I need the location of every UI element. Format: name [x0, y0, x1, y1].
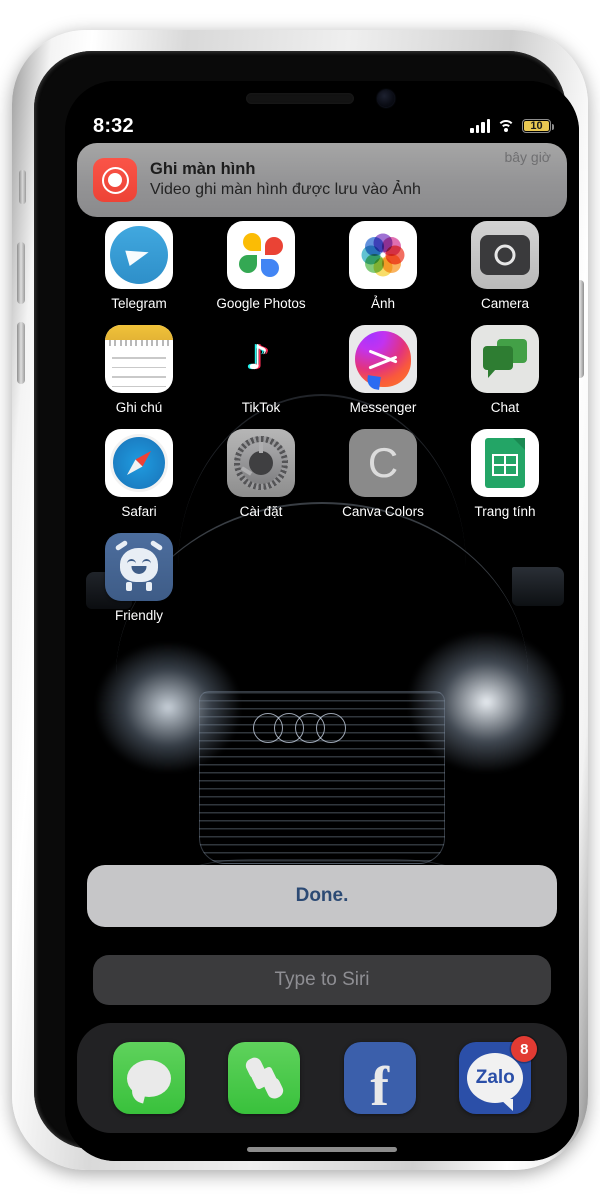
app-label: Ảnh	[370, 296, 396, 311]
phone-icon	[228, 1042, 301, 1114]
wifi-icon	[497, 119, 515, 133]
siri-text-input[interactable]: Type to Siri	[93, 955, 551, 1005]
siri-response-bubble[interactable]: Done.	[87, 865, 557, 927]
app-label: Canva Colors	[342, 504, 424, 519]
notes-icon	[105, 325, 173, 393]
status-bar: 8:32 10	[65, 109, 579, 143]
app-photos[interactable]: Ảnh	[333, 221, 433, 311]
messenger-icon	[349, 325, 417, 393]
safari-icon	[105, 429, 173, 497]
app-label: Safari	[121, 504, 157, 519]
notification-title: Ghi màn hình	[150, 160, 256, 179]
screenshot-canvas: 8:32 10 Ghi màn hình Video ghi màn hình …	[0, 0, 600, 1200]
notification-text: Ghi màn hình Video ghi màn hình được lưu…	[137, 159, 504, 200]
battery-icon: 10	[522, 119, 554, 133]
google-sheets-icon	[471, 429, 539, 497]
status-bar-indicators: 10	[470, 118, 554, 133]
settings-icon	[227, 429, 295, 497]
app-settings[interactable]: Cài đặt	[211, 429, 311, 519]
app-telegram[interactable]: Telegram	[89, 221, 189, 311]
app-row-3: Safari Cài đặt C Canva Colors Trang tính	[89, 429, 555, 519]
app-label: Messenger	[349, 400, 417, 415]
home-indicator[interactable]	[247, 1147, 397, 1152]
screen-recording-icon	[93, 158, 137, 202]
phone-bezel: 8:32 10 Ghi màn hình Video ghi màn hình …	[34, 51, 579, 1161]
facebook-glyph: f	[370, 1056, 390, 1114]
dock-app-messages[interactable]	[112, 1042, 185, 1114]
app-row-4: Friendly	[89, 533, 555, 623]
volume-down-button[interactable]	[17, 322, 25, 384]
app-label: TikTok	[241, 400, 281, 415]
siri-response-text: Done.	[295, 885, 349, 906]
camera-icon	[471, 221, 539, 289]
dock-app-phone[interactable]	[228, 1042, 301, 1114]
audi-rings-logo	[252, 712, 392, 743]
app-friendly[interactable]: Friendly	[89, 533, 189, 623]
app-label: Google Photos	[216, 296, 306, 311]
app-canva-colors[interactable]: C Canva Colors	[333, 429, 433, 519]
earpiece-speaker-icon	[246, 93, 354, 104]
tiktok-icon: ♪ ♪ ♪	[227, 325, 295, 393]
photos-icon	[349, 221, 417, 289]
dock-app-facebook[interactable]: f	[343, 1042, 416, 1114]
front-camera-icon	[377, 90, 395, 107]
notification-banner[interactable]: Ghi màn hình Video ghi màn hình được lưu…	[77, 143, 567, 217]
app-slot-empty	[211, 533, 311, 623]
home-screen-app-grid: Telegram Google Photos Ảnh Camera Ghi ch…	[65, 221, 579, 637]
mute-switch-button[interactable]	[19, 170, 26, 204]
app-slot-empty	[333, 533, 433, 623]
app-tiktok[interactable]: ♪ ♪ ♪ TikTok	[211, 325, 311, 415]
cellular-signal-icon	[470, 118, 490, 133]
app-row-2: Ghi chú ♪ ♪ ♪ TikTok Messenger Chat	[89, 325, 555, 415]
telegram-icon	[105, 221, 173, 289]
facebook-icon: f	[343, 1042, 416, 1114]
canva-colors-icon: C	[349, 429, 417, 497]
app-label: Telegram	[111, 296, 167, 311]
app-label: Camera	[480, 296, 529, 311]
siri-input-placeholder: Type to Siri	[274, 969, 370, 990]
app-row-1: Telegram Google Photos Ảnh Camera	[89, 221, 555, 311]
app-messenger[interactable]: Messenger	[333, 325, 433, 415]
app-label: Trang tính	[474, 504, 536, 519]
zalo-badge-count: 8	[511, 1036, 538, 1062]
app-label: Cài đặt	[239, 504, 283, 519]
dock-app-zalo[interactable]: Zalo 8	[459, 1036, 538, 1114]
app-label: Ghi chú	[115, 400, 163, 415]
zalo-glyph: Zalo	[475, 1067, 515, 1088]
google-photos-icon	[227, 221, 295, 289]
messages-icon	[112, 1042, 185, 1114]
volume-up-button[interactable]	[17, 242, 25, 304]
app-google-photos[interactable]: Google Photos	[211, 221, 311, 311]
google-chat-icon	[471, 325, 539, 393]
app-chat[interactable]: Chat	[455, 325, 555, 415]
phone-screen: 8:32 10 Ghi màn hình Video ghi màn hình …	[65, 81, 579, 1161]
phone-frame: 8:32 10 Ghi màn hình Video ghi màn hình …	[12, 30, 588, 1170]
friendly-icon	[105, 533, 173, 601]
notification-timestamp: bây giờ	[504, 149, 551, 165]
dock: f Zalo 8	[77, 1023, 567, 1133]
notification-body: Video ghi màn hình được lưu vào Ảnh	[150, 180, 421, 198]
app-slot-empty	[455, 533, 555, 623]
battery-percent-label: 10	[530, 120, 543, 132]
app-label: Chat	[490, 400, 520, 415]
app-camera[interactable]: Camera	[455, 221, 555, 311]
app-safari[interactable]: Safari	[89, 429, 189, 519]
app-sheets[interactable]: Trang tính	[455, 429, 555, 519]
app-label: Friendly	[114, 608, 163, 623]
app-notes[interactable]: Ghi chú	[89, 325, 189, 415]
status-bar-time: 8:32	[93, 114, 134, 137]
